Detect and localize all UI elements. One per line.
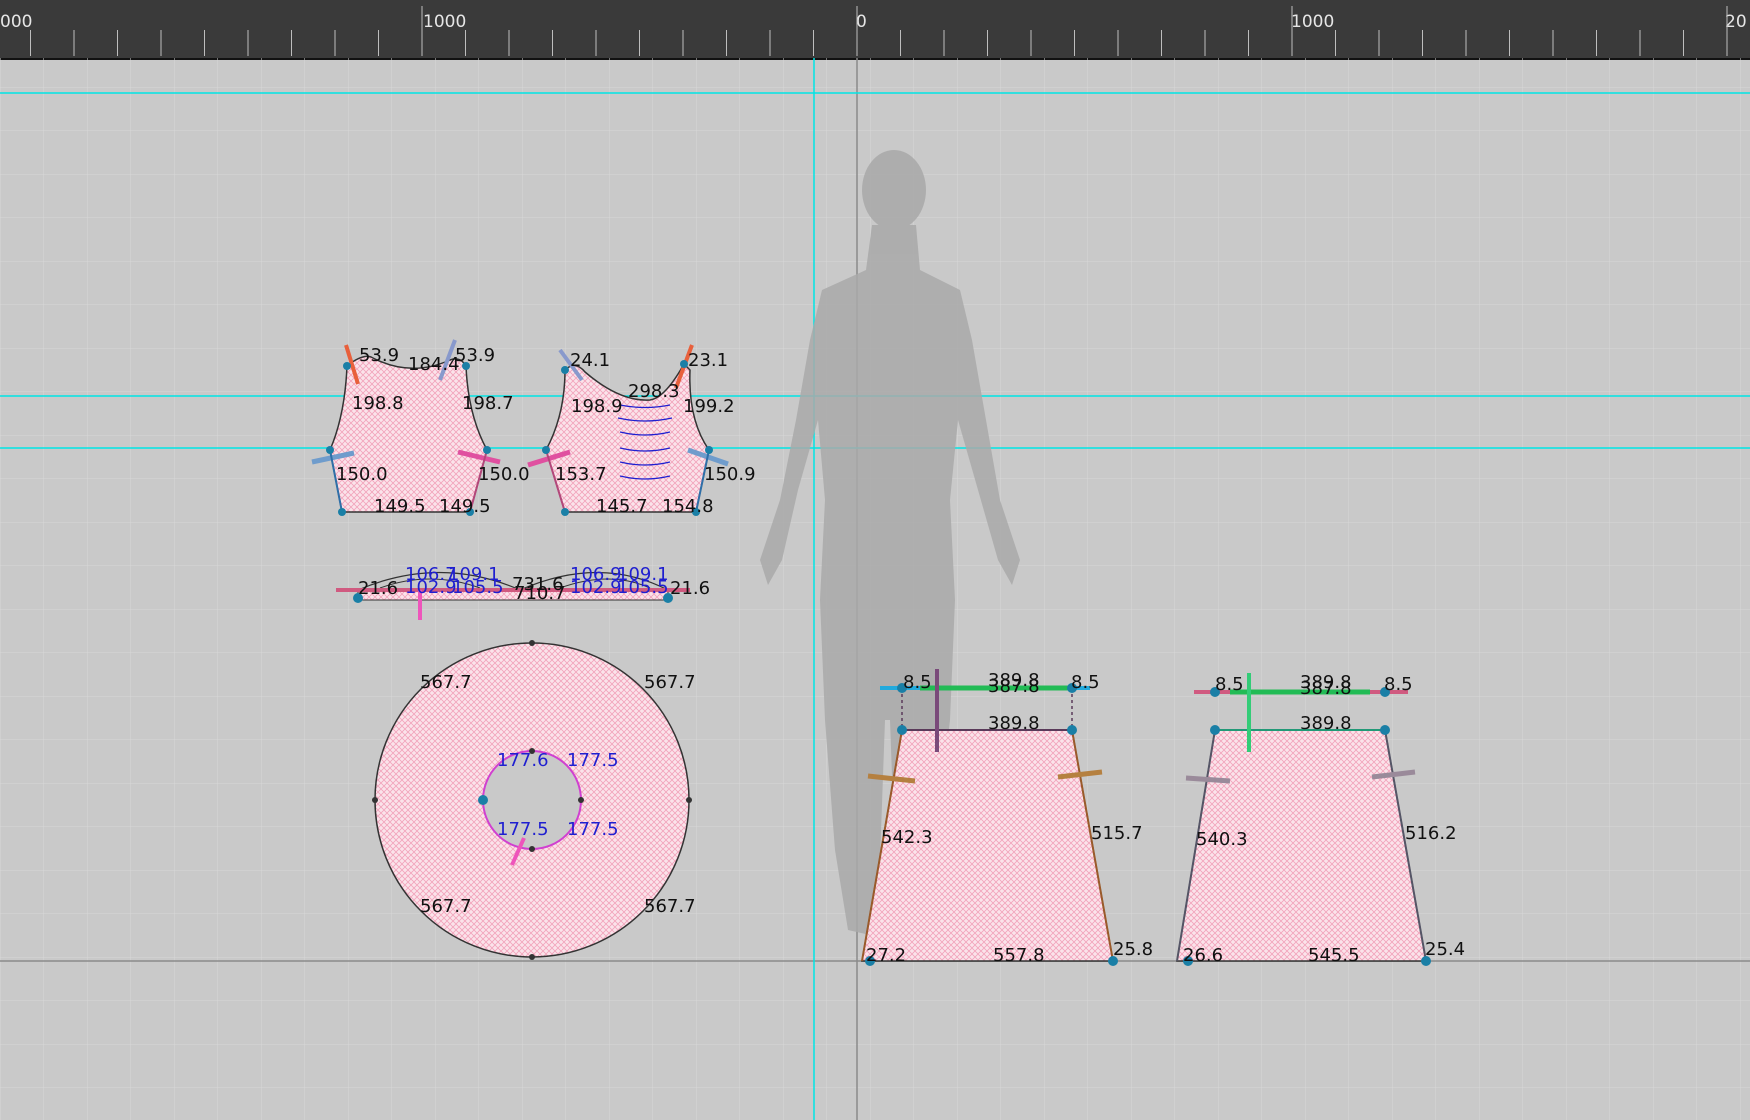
measure-label: 177.5 bbox=[567, 750, 619, 771]
measure-label: 710.7 bbox=[514, 583, 566, 604]
measure-label: 149.5 bbox=[439, 496, 491, 517]
measure-label: 153.7 bbox=[555, 464, 607, 485]
measure-label: 21.6 bbox=[358, 578, 398, 599]
measure-label: 25.8 bbox=[1113, 939, 1153, 960]
top-ruler[interactable]: 000 1000 0 1000 20 bbox=[0, 0, 1750, 60]
measure-label: 27.2 bbox=[866, 945, 906, 966]
measure-label: 8.5 bbox=[1384, 674, 1413, 695]
measure-label: 199.2 bbox=[683, 396, 735, 417]
measure-label: 25.4 bbox=[1425, 939, 1465, 960]
measure-label: 389.8 bbox=[1300, 713, 1352, 734]
measure-label: 150.0 bbox=[478, 464, 530, 485]
measure-label: 53.9 bbox=[455, 345, 495, 366]
measure-label: 515.7 bbox=[1091, 823, 1143, 844]
measure-label: 149.5 bbox=[374, 496, 426, 517]
measure-label: 150.0 bbox=[336, 464, 388, 485]
measure-label: 177.6 bbox=[497, 750, 549, 771]
measure-label: 105.5 bbox=[617, 577, 669, 598]
measure-label: 21.6 bbox=[670, 578, 710, 599]
measure-label: 8.5 bbox=[1071, 672, 1100, 693]
measure-label: 177.5 bbox=[497, 819, 549, 840]
measure-label: 24.1 bbox=[570, 350, 610, 371]
measure-label: 198.9 bbox=[571, 396, 623, 417]
measure-label: 389.8 bbox=[988, 713, 1040, 734]
measure-label: 23.1 bbox=[688, 350, 728, 371]
pattern-canvas[interactable]: 53.9 184.4 53.9 198.8 198.7 150.0 150.0 … bbox=[0, 58, 1750, 1120]
circle-skirt-piece[interactable]: 567.7 567.7 567.7 567.7 177.6 177.5 177.… bbox=[372, 640, 696, 960]
measure-label: 557.8 bbox=[993, 945, 1045, 966]
measure-label: 26.6 bbox=[1183, 945, 1223, 966]
measure-label: 567.7 bbox=[644, 672, 696, 693]
measure-label: 387.8 bbox=[988, 676, 1040, 697]
measure-label: 540.3 bbox=[1196, 829, 1248, 850]
measure-label: 53.9 bbox=[359, 345, 399, 366]
measure-label: 516.2 bbox=[1405, 823, 1457, 844]
measure-label: 298.3 bbox=[628, 381, 680, 402]
measure-label: 567.7 bbox=[644, 896, 696, 917]
measure-label: 150.9 bbox=[704, 464, 756, 485]
measure-label: 387.8 bbox=[1300, 678, 1352, 699]
measure-label: 567.7 bbox=[420, 896, 472, 917]
measure-label: 102.9 bbox=[570, 577, 622, 598]
measure-label: 8.5 bbox=[903, 672, 932, 693]
ruler-ticks bbox=[30, 6, 1728, 56]
measure-label: 154.8 bbox=[662, 496, 714, 517]
measure-label: 542.3 bbox=[881, 827, 933, 848]
measure-label: 105.5 bbox=[452, 577, 504, 598]
measure-label: 198.8 bbox=[352, 393, 404, 414]
measure-label: 177.5 bbox=[567, 819, 619, 840]
measure-label: 198.7 bbox=[462, 393, 514, 414]
measure-label: 145.7 bbox=[596, 496, 648, 517]
measure-label: 8.5 bbox=[1215, 674, 1244, 695]
measure-label: 184.4 bbox=[408, 354, 460, 375]
measure-label: 567.7 bbox=[420, 672, 472, 693]
measure-label: 545.5 bbox=[1308, 945, 1360, 966]
